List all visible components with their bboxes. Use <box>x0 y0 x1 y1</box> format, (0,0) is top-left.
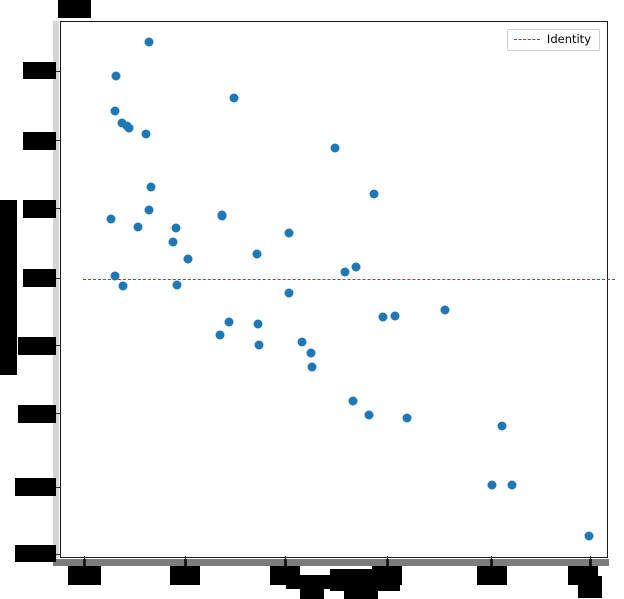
scatter-point <box>110 106 120 116</box>
legend-label-identity: Identity <box>546 32 591 46</box>
xaxis-title-e <box>578 576 602 598</box>
scatter-point <box>440 305 450 315</box>
scatter-point <box>171 223 181 233</box>
x-axis-tick-mark <box>83 559 86 566</box>
scatter-point <box>215 330 225 340</box>
scatter-point <box>307 362 317 372</box>
scatter-point <box>124 123 134 133</box>
scatter-point <box>252 249 262 259</box>
scatter-point <box>507 480 517 490</box>
plot-area: Identity <box>60 21 615 558</box>
x-axis-tick-mark <box>284 559 287 566</box>
x-axis-tick-mark <box>589 559 592 566</box>
yaxis-title-2 <box>0 266 10 316</box>
scatter-point <box>402 413 412 423</box>
x-axis-spine <box>53 559 609 566</box>
xtick-label-0 <box>68 566 101 585</box>
xtick-label-1 <box>170 566 200 585</box>
scatter-point <box>284 228 294 238</box>
scatter-point <box>110 271 120 281</box>
scatter-point <box>172 280 182 290</box>
title-redaction <box>58 0 91 18</box>
scatter-point <box>348 396 358 406</box>
yaxis-title-3 <box>0 330 10 370</box>
xtick-label-4 <box>477 566 507 585</box>
scatter-point <box>351 262 361 272</box>
ytick-label-7 <box>15 545 56 562</box>
scatter-point <box>133 222 143 232</box>
ytick-label-5 <box>18 405 56 423</box>
x-axis-tick-mark <box>386 559 389 566</box>
xaxis-title-b <box>300 583 324 599</box>
scatter-point <box>487 480 497 490</box>
ytick-label-6 <box>15 478 56 496</box>
ytick-label-1 <box>23 132 56 150</box>
scatter-point <box>369 189 379 199</box>
scatter-point <box>364 410 374 420</box>
scatter-point <box>168 237 178 247</box>
scatter-point <box>584 531 594 541</box>
ytick-label-0 <box>23 62 56 79</box>
xaxis-title-d <box>344 588 378 599</box>
legend[interactable]: Identity <box>506 29 600 51</box>
scatter-point <box>118 281 128 291</box>
scatter-point <box>340 267 350 277</box>
scatter-point <box>284 288 294 298</box>
scatter-point <box>497 421 507 431</box>
identity-reference-line <box>83 279 615 280</box>
scatter-point <box>141 129 151 139</box>
scatter-point <box>146 182 156 192</box>
scatter-point <box>306 348 316 358</box>
scatter-point <box>217 210 227 220</box>
ytick-label-3 <box>23 269 56 287</box>
x-axis-tick-mark <box>184 559 187 566</box>
figure-canvas: Identity <box>0 0 624 599</box>
scatter-point <box>253 319 263 329</box>
scatter-point <box>229 93 239 103</box>
scatter-point <box>111 71 121 81</box>
identity-line-swatch <box>513 39 540 41</box>
scatter-point <box>144 205 154 215</box>
scatter-point <box>224 317 234 327</box>
scatter-point <box>106 214 116 224</box>
scatter-point <box>144 37 154 47</box>
scatter-point <box>330 143 340 153</box>
scatter-point <box>254 340 264 350</box>
ytick-label-4 <box>18 337 56 355</box>
scatter-point <box>378 312 388 322</box>
scatter-point <box>390 311 400 321</box>
scatter-point <box>297 337 307 347</box>
scatter-point <box>183 254 193 264</box>
x-axis-tick-mark <box>490 559 493 566</box>
ytick-label-2 <box>23 200 56 218</box>
